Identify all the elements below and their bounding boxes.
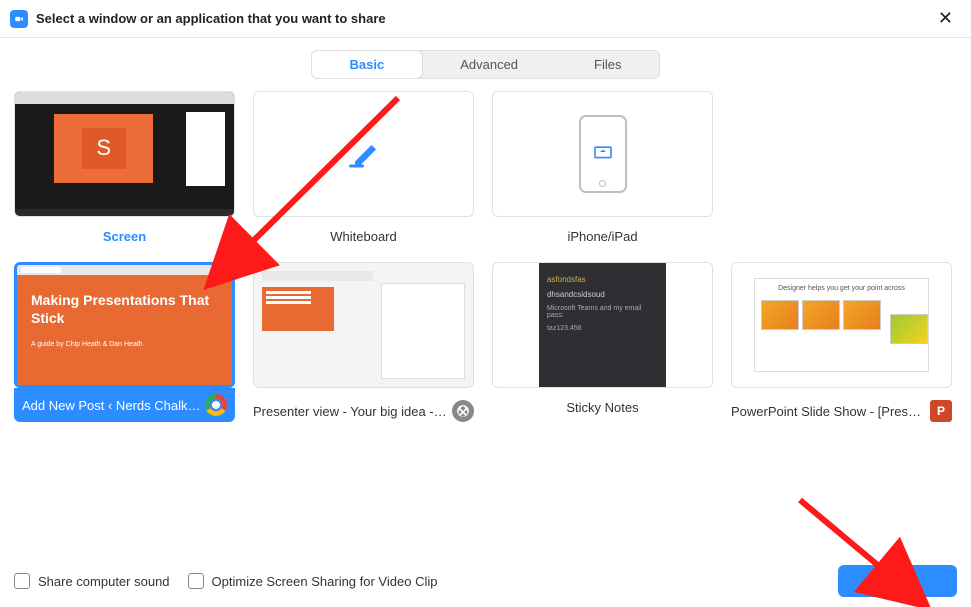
pencil-icon (346, 136, 382, 172)
tile-presenter-view[interactable]: Presenter view - Your big idea - G... (253, 262, 474, 422)
optimize-label: Optimize Screen Sharing for Video Clip (212, 574, 438, 589)
share-sound-label: Share computer sound (38, 574, 170, 589)
tab-advanced[interactable]: Advanced (422, 51, 556, 78)
tile-iphone-ipad[interactable]: iPhone/iPad (492, 91, 713, 244)
phone-icon (579, 115, 627, 193)
share-sound-checkbox[interactable]: Share computer sound (14, 573, 170, 589)
tile-label-ppt: PowerPoint Slide Show - [Present... P (731, 400, 952, 422)
tile-label-screen: Screen (14, 229, 235, 244)
chrome-icon (205, 394, 227, 416)
optimize-video-checkbox[interactable]: Optimize Screen Sharing for Video Clip (188, 573, 438, 589)
tab-basic[interactable]: Basic (311, 50, 424, 79)
tile-sticky-notes[interactable]: asfondsfas dhsandcsidsoud Microsoft Team… (492, 262, 713, 422)
dialog-footer: Share computer sound Optimize Screen Sha… (0, 555, 971, 607)
tile-screen[interactable]: S Screen (14, 91, 235, 244)
tile-whiteboard[interactable]: Whiteboard (253, 91, 474, 244)
share-options-grid: S Screen Whiteboard (0, 91, 971, 422)
globe-icon (452, 400, 474, 422)
tab-files[interactable]: Files (556, 51, 659, 78)
tile-label-sticky: Sticky Notes (492, 400, 713, 415)
chrome-thumbnail: Making Presentations That Stick A guide … (17, 265, 232, 385)
powerpoint-icon: P (930, 400, 952, 422)
tile-label-whiteboard: Whiteboard (253, 229, 474, 244)
share-button[interactable]: Share (838, 565, 957, 597)
checkbox-icon (14, 573, 30, 589)
checkbox-icon (188, 573, 204, 589)
presenter-thumbnail (254, 263, 473, 387)
tile-powerpoint[interactable]: Designer helps you get your point across… (731, 262, 952, 422)
tile-label-iphone: iPhone/iPad (492, 229, 713, 244)
sticky-thumbnail: asfondsfas dhsandcsidsoud Microsoft Team… (539, 263, 666, 387)
screen-thumbnail: S (15, 92, 234, 216)
ppt-thumbnail: Designer helps you get your point across (732, 263, 951, 387)
tile-chrome-window[interactable]: Making Presentations That Stick A guide … (14, 262, 235, 422)
zoom-app-icon (10, 10, 28, 28)
dialog-title: Select a window or an application that y… (36, 11, 930, 26)
tab-bar: Basic Advanced Files (0, 50, 971, 79)
tile-label-chrome: Add New Post ‹ Nerds Chalk — ... (14, 388, 235, 422)
tile-label-presenter: Presenter view - Your big idea - G... (253, 400, 474, 422)
close-button[interactable]: ✕ (930, 6, 961, 31)
dialog-header: Select a window or an application that y… (0, 0, 971, 38)
